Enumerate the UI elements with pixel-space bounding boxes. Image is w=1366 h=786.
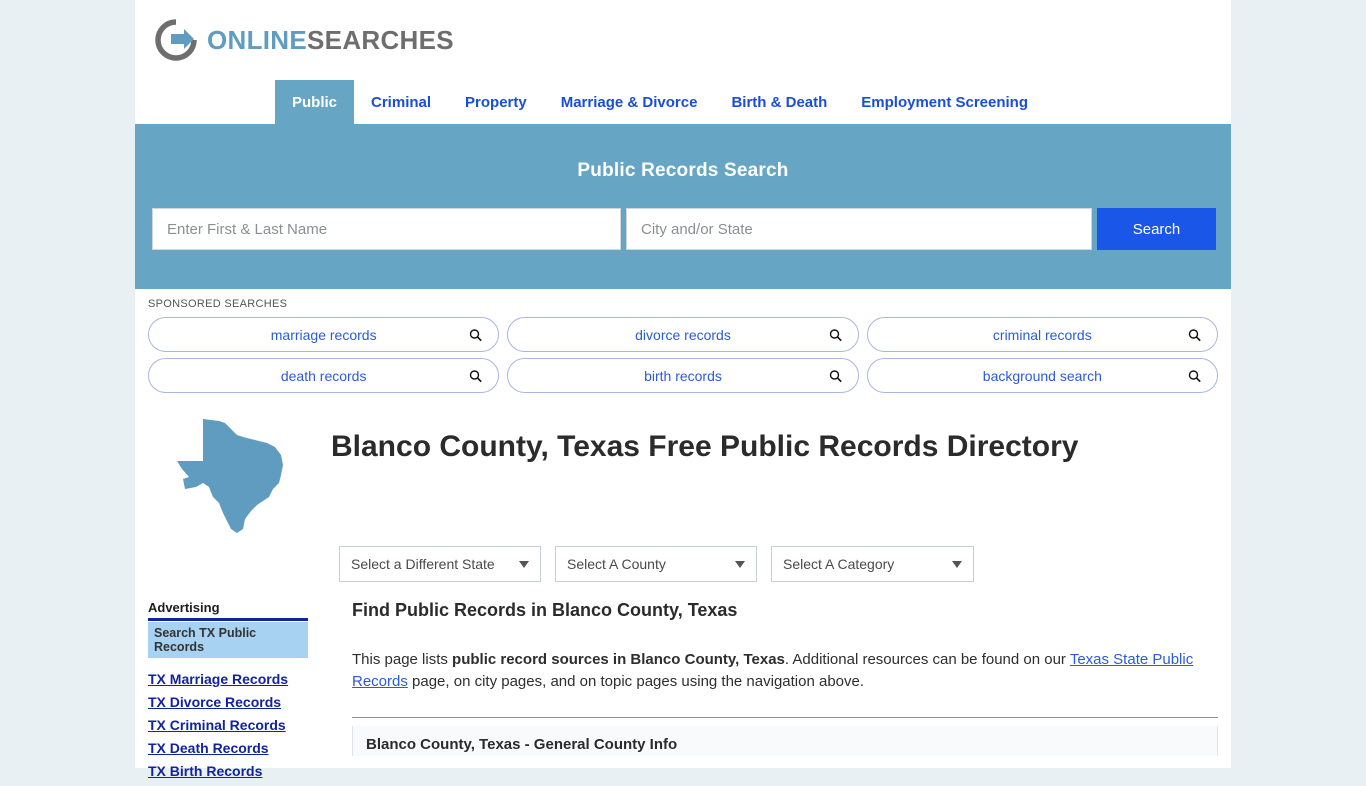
category-select-value: Select A Category bbox=[783, 556, 895, 572]
pill-label: divorce records bbox=[635, 326, 731, 343]
nav-item-marriage-divorce[interactable]: Marriage & Divorce bbox=[544, 80, 715, 124]
body-columns: Advertising Search TX Public Records TX … bbox=[135, 600, 1231, 786]
nav-label: Criminal bbox=[371, 93, 432, 111]
search-icon bbox=[469, 328, 483, 341]
search-icon bbox=[1188, 369, 1201, 382]
sponsored-pill-divorce-records[interactable]: divorce records bbox=[507, 317, 859, 352]
main-content: Find Public Records in Blanco County, Te… bbox=[325, 600, 1231, 786]
texas-state-outline-icon bbox=[163, 413, 291, 540]
nav-label: Employment Screening bbox=[861, 93, 1029, 111]
nav-label: Public bbox=[292, 93, 338, 111]
pill-label: birth records bbox=[644, 367, 722, 384]
ad-link-tx-marriage-records[interactable]: TX Marriage Records bbox=[148, 671, 325, 687]
site-logo-text[interactable]: ONLINESEARCHES bbox=[207, 25, 454, 56]
advertising-heading: Advertising bbox=[148, 600, 308, 621]
state-select-value: Select a Different State bbox=[351, 556, 495, 572]
location-search-input[interactable] bbox=[626, 208, 1092, 250]
pill-label: background search bbox=[982, 367, 1102, 384]
circle-arrow-logo-icon bbox=[154, 18, 198, 62]
sponsored-pill-background-search[interactable]: background search bbox=[866, 358, 1218, 393]
sponsored-pill-birth-records[interactable]: birth records bbox=[507, 358, 859, 393]
sponsored-pill-death-records[interactable]: death records bbox=[148, 358, 500, 393]
nav-label: Birth & Death bbox=[731, 93, 828, 111]
nav-item-employment-screening[interactable]: Employment Screening bbox=[844, 80, 1045, 124]
advertising-sidebar: Advertising Search TX Public Records TX … bbox=[135, 600, 325, 786]
search-icon bbox=[469, 369, 483, 382]
hero-title: Public Records Search bbox=[577, 160, 789, 181]
ad-link-tx-death-records[interactable]: TX Death Records bbox=[148, 740, 325, 756]
sponsored-row-1: marriage records divorce records crimina… bbox=[148, 317, 1218, 352]
site-header: ONLINESEARCHES bbox=[135, 0, 1231, 80]
section-heading: Find Public Records in Blanco County, Te… bbox=[352, 600, 738, 620]
pill-label: marriage records bbox=[270, 326, 377, 343]
pill-label: death records bbox=[280, 367, 367, 384]
search-button[interactable]: Search bbox=[1097, 208, 1216, 250]
advertising-link-list: TX Marriage Records TX Divorce Records T… bbox=[148, 671, 325, 779]
name-search-input[interactable] bbox=[152, 208, 621, 250]
search-form: Search bbox=[152, 208, 1216, 250]
nav-item-property[interactable]: Property bbox=[448, 80, 544, 124]
ad-link-tx-criminal-records[interactable]: TX Criminal Records bbox=[148, 717, 325, 733]
para-mid-text: . Additional resources can be found on o… bbox=[784, 651, 1070, 668]
county-select-value: Select A County bbox=[567, 556, 666, 572]
state-select[interactable]: Select a Different State bbox=[339, 546, 541, 582]
pill-label: criminal records bbox=[992, 326, 1092, 343]
nav-item-public[interactable]: Public bbox=[275, 80, 355, 124]
sponsored-pill-marriage-records[interactable]: marriage records bbox=[148, 317, 500, 352]
page-title: Blanco County, Texas Free Public Records… bbox=[331, 430, 1079, 463]
section-divider bbox=[352, 717, 1218, 719]
county-select[interactable]: Select A County bbox=[555, 546, 757, 582]
general-county-info-title: Blanco County, Texas - General County In… bbox=[366, 736, 678, 754]
logo-online-word: ONLINE bbox=[207, 24, 308, 55]
nav-label: Marriage & Divorce bbox=[560, 93, 698, 111]
search-tx-public-records-box[interactable]: Search TX Public Records bbox=[148, 622, 308, 658]
sponsored-pill-criminal-records[interactable]: criminal records bbox=[866, 317, 1218, 352]
chevron-down-icon bbox=[952, 560, 962, 568]
search-icon bbox=[829, 369, 842, 382]
nav-label: Property bbox=[465, 93, 527, 111]
main-navigation: Public Criminal Property Marriage & Divo… bbox=[135, 80, 1231, 124]
filter-selects: Select a Different State Select A County… bbox=[339, 546, 1231, 582]
para-lead-text: This page lists bbox=[352, 651, 453, 668]
intro-paragraph: This page lists public record sources in… bbox=[352, 649, 1204, 693]
chevron-down-icon bbox=[735, 560, 745, 568]
public-records-search-panel: Public Records Search Search bbox=[135, 124, 1231, 289]
ad-link-tx-divorce-records[interactable]: TX Divorce Records bbox=[148, 694, 325, 710]
category-select[interactable]: Select A Category bbox=[771, 546, 974, 582]
page-title-block: Blanco County, Texas Free Public Records… bbox=[135, 399, 1231, 540]
search-icon bbox=[829, 328, 842, 341]
chevron-down-icon bbox=[519, 560, 529, 568]
general-county-info-panel: Blanco County, Texas - General County In… bbox=[352, 726, 1218, 757]
page-container: ONLINESEARCHES Public Criminal Property … bbox=[135, 0, 1231, 779]
sponsored-row-2: death records birth records background s… bbox=[148, 358, 1218, 393]
nav-item-criminal[interactable]: Criminal bbox=[354, 80, 448, 124]
para-tail-text: page, on city pages, and on topic pages … bbox=[407, 673, 865, 691]
sponsored-searches-label: SPONSORED SEARCHES bbox=[148, 298, 288, 310]
logo-searches-word: SEARCHES bbox=[307, 24, 454, 55]
nav-item-birth-death[interactable]: Birth & Death bbox=[714, 80, 844, 124]
ad-link-tx-birth-records[interactable]: TX Birth Records bbox=[148, 763, 325, 779]
sponsored-searches-section: SPONSORED SEARCHES marriage records divo… bbox=[135, 289, 1231, 393]
search-icon bbox=[1188, 328, 1201, 341]
para-bold-text: public record sources in Blanco County, … bbox=[452, 651, 785, 668]
